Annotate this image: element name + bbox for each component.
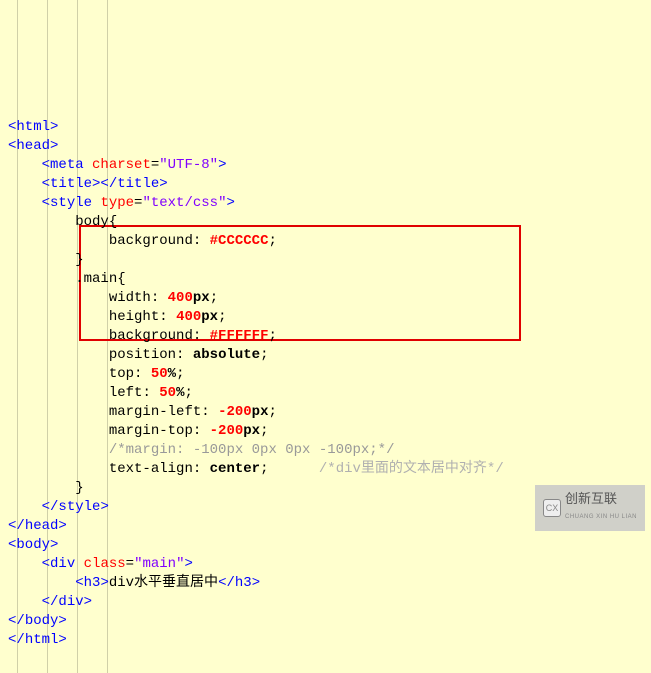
watermark-text: 创新互联 <box>565 489 637 508</box>
code-content: <html> <head> <meta charset="UTF-8"> <ti… <box>8 118 643 650</box>
watermark: CX 创新互联 CHUANG XIN HU LIAN <box>535 485 645 531</box>
watermark-subtext: CHUANG XIN HU LIAN <box>565 508 637 527</box>
code-editor[interactable]: <html> <head> <meta charset="UTF-8"> <ti… <box>0 0 651 673</box>
watermark-logo-icon: CX <box>543 499 561 517</box>
